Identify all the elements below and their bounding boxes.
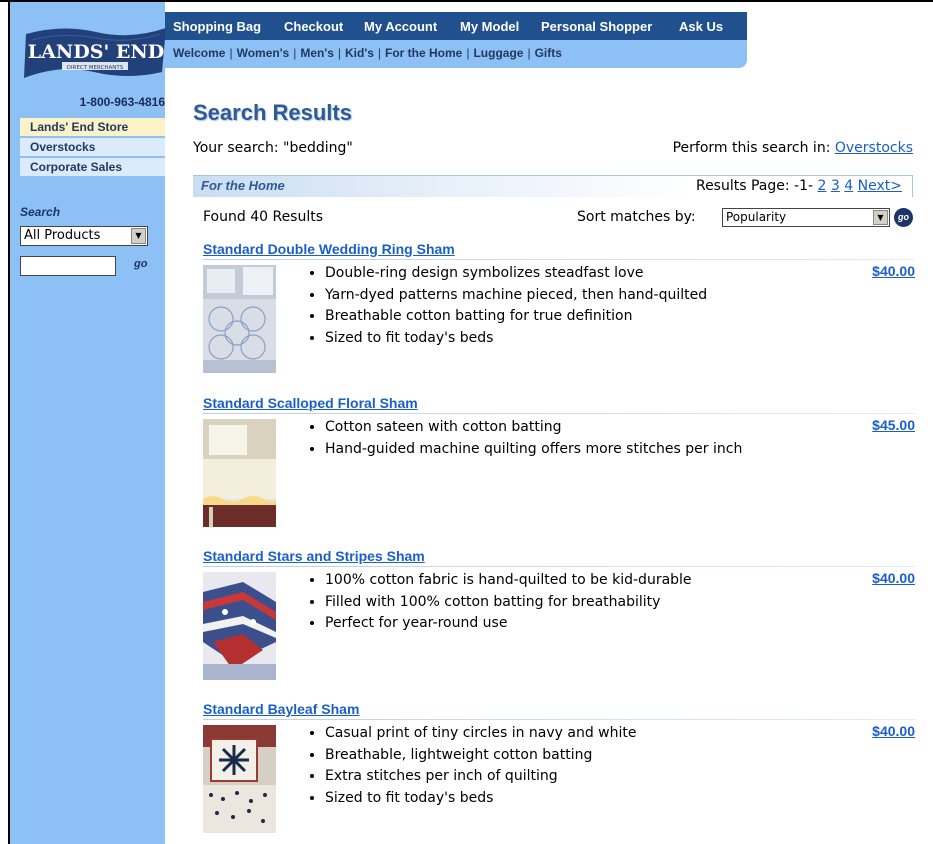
product-thumbnail[interactable] — [203, 265, 276, 373]
product-feature: Sized to fit today's beds — [325, 788, 795, 810]
lands-end-logo[interactable]: LANDS' END DIRECT MERCHANTS — [22, 24, 170, 82]
your-search-text: Your search: "bedding" — [193, 140, 353, 156]
product-price[interactable]: $40.00 — [872, 263, 915, 279]
page-link-4[interactable]: 4 — [844, 178, 853, 194]
nav-my-account[interactable]: My Account — [364, 19, 437, 34]
page-link-2[interactable]: 2 — [818, 178, 827, 194]
nav-luggage[interactable]: Luggage — [473, 46, 523, 60]
current-page: -1- — [794, 178, 814, 194]
section-name: For the Home — [201, 178, 285, 193]
divider — [203, 259, 915, 260]
pagination: Results Page: -1- 2 3 4 Next> — [696, 178, 902, 194]
product-price[interactable]: $40.00 — [872, 570, 915, 586]
product-thumbnail[interactable] — [203, 572, 276, 680]
product-feature-list: Double-ring design symbolizes steadfast … — [303, 263, 795, 349]
divider — [203, 566, 915, 567]
chevron-down-icon[interactable]: ▼ — [873, 210, 888, 225]
nav-womens[interactable]: Women's — [237, 46, 290, 60]
nav-mens[interactable]: Men's — [300, 46, 334, 60]
product-thumbnail[interactable] — [203, 725, 276, 833]
page-link-3[interactable]: 3 — [831, 178, 840, 194]
product-feature: Breathable, lightweight cotton batting — [325, 745, 795, 767]
primary-nav: Shopping Bag Checkout My Account My Mode… — [165, 12, 747, 40]
divider — [203, 719, 915, 720]
divider — [203, 413, 915, 414]
top-nav: Shopping Bag Checkout My Account My Mode… — [165, 12, 747, 68]
product-title-link[interactable]: Standard Double Wedding Ring Sham — [203, 241, 455, 257]
product-feature: Perfect for year-round use — [325, 613, 795, 635]
product-feature-list: Cotton sateen with cotton batting Hand-g… — [303, 417, 795, 460]
product-title-link[interactable]: Standard Scalloped Floral Sham — [203, 395, 418, 411]
store-nav-corporate-sales[interactable]: Corporate Sales — [20, 158, 165, 176]
section-header-bar: For the Home Results Page: -1- 2 3 4 Nex… — [193, 175, 913, 197]
nav-gifts[interactable]: Gifts — [535, 46, 562, 60]
overstocks-link[interactable]: Overstocks — [835, 140, 913, 156]
results-page-label: Results Page: — [695, 178, 790, 194]
logo-subtext: DIRECT MERCHANTS — [67, 65, 124, 71]
sort-select-value: Popularity — [726, 210, 787, 224]
secondary-nav: Welcome | Women's | Men's | Kid's | For the Home… — [173, 46, 562, 60]
sort-label: Sort matches by: — [577, 209, 696, 225]
next-page-link[interactable]: Next> — [858, 178, 902, 194]
product-feature: Sized to fit today's beds — [325, 328, 795, 350]
side-search-input[interactable] — [20, 256, 116, 276]
perform-search-in: Perform this search in: Overstocks — [673, 140, 913, 156]
sort-go-button[interactable]: go — [894, 208, 913, 227]
sort-select[interactable]: Popularity ▼ — [722, 208, 890, 227]
product-feature: Yarn-dyed patterns machine pieced, then … — [325, 285, 795, 307]
nav-shopping-bag[interactable]: Shopping Bag — [173, 19, 261, 34]
product-feature: Hand-guided machine quilting offers more… — [325, 439, 795, 461]
nav-my-model[interactable]: My Model — [460, 19, 519, 34]
left-sidebar: LANDS' END DIRECT MERCHANTS 1-800-963-48… — [10, 2, 166, 844]
window-left-border — [8, 0, 10, 844]
page-title: Search Results — [193, 100, 352, 125]
product-feature-list: 100% cotton fabric is hand-quilted to be… — [303, 570, 795, 635]
store-nav-overstocks[interactable]: Overstocks — [20, 138, 165, 156]
product-title-link[interactable]: Standard Bayleaf Sham — [203, 701, 359, 717]
nav-ask-us[interactable]: Ask Us — [679, 19, 723, 34]
nav-for-the-home[interactable]: For the Home — [385, 46, 462, 60]
product-feature: Extra stitches per inch of quilting — [325, 766, 795, 788]
product-price[interactable]: $45.00 — [872, 417, 915, 433]
logo-text: LANDS' END — [28, 41, 164, 63]
product-feature: Double-ring design symbolizes steadfast … — [325, 263, 795, 285]
perform-search-label: Perform this search in: — [672, 140, 831, 156]
product-feature-list: Casual print of tiny circles in navy and… — [303, 723, 795, 809]
side-search-go-button[interactable]: go — [134, 258, 147, 270]
product-thumbnail[interactable] — [203, 419, 276, 527]
product-feature: Cotton sateen with cotton batting — [325, 417, 795, 439]
nav-personal-shopper[interactable]: Personal Shopper — [541, 19, 652, 34]
nav-checkout[interactable]: Checkout — [284, 19, 343, 34]
product-feature: Breathable cotton batting for true defin… — [325, 306, 795, 328]
product-price[interactable]: $40.00 — [872, 723, 915, 739]
product-feature: 100% cotton fabric is hand-quilted to be… — [325, 570, 795, 592]
store-nav-lands-end-store[interactable]: Lands' End Store — [20, 118, 165, 136]
phone-number: 1-800-963-4816 — [79, 95, 165, 109]
results-count: Found 40 Results — [203, 209, 324, 225]
nav-kids[interactable]: Kid's — [345, 46, 374, 60]
store-nav: Lands' End Store Overstocks Corporate Sa… — [20, 118, 165, 178]
product-feature: Filled with 100% cotton batting for brea… — [325, 592, 795, 614]
product-title-link[interactable]: Standard Stars and Stripes Sham — [203, 548, 425, 564]
nav-welcome[interactable]: Welcome — [173, 46, 225, 60]
side-search-label: Search — [20, 205, 61, 219]
product-feature: Casual print of tiny circles in navy and… — [325, 723, 795, 745]
chevron-down-icon[interactable]: ▼ — [131, 228, 146, 244]
side-search-category-select[interactable]: All Products ▼ — [20, 226, 148, 246]
side-search-category-value: All Products — [24, 228, 101, 243]
